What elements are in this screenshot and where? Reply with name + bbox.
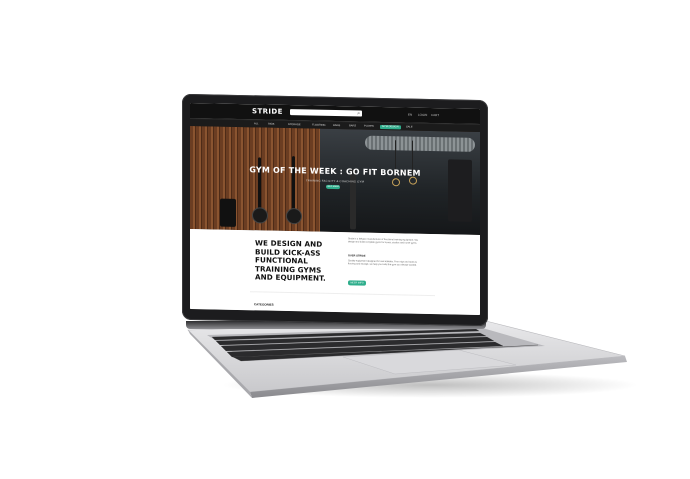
nav-item-storage[interactable]: STORAGE bbox=[286, 123, 303, 127]
categories-heading: CATEGORIES bbox=[254, 302, 274, 307]
nav-item-gym-design[interactable]: GYM DESIGN bbox=[380, 124, 401, 130]
search-input[interactable]: ⌕ bbox=[290, 109, 362, 117]
rack-post bbox=[350, 169, 356, 230]
nav-item-plates[interactable]: PLATES bbox=[362, 125, 376, 129]
laptop-lid: STRIDE ⌕ EN LOGIN CART ALL RIGS STORAGE … bbox=[182, 93, 488, 327]
site-logo[interactable]: STRIDE bbox=[252, 107, 283, 116]
nav-item-sale[interactable]: SALE bbox=[404, 125, 415, 129]
intro-headline: WE DESIGN AND BUILD KICK-ASS FUNCTIONAL … bbox=[255, 238, 326, 284]
nav-item-all[interactable]: ALL bbox=[252, 122, 261, 126]
air-bike-wheel bbox=[286, 207, 302, 225]
intro-subheading: OVER STRIDE bbox=[348, 254, 366, 258]
nav-item-flooring[interactable]: FLOORING bbox=[310, 123, 328, 127]
more-info-button[interactable]: MEER INFO bbox=[348, 280, 366, 286]
login-link[interactable]: LOGIN bbox=[418, 113, 427, 117]
cart-link[interactable]: CART bbox=[431, 113, 439, 117]
intro-section: WE DESIGN AND BUILD KICK-ASS FUNCTIONAL … bbox=[190, 228, 480, 316]
nav-item-bars[interactable]: BARS bbox=[347, 124, 358, 128]
search-icon[interactable]: ⌕ bbox=[357, 110, 360, 116]
intro-paragraph: Stride is a Belgian manufacturer of func… bbox=[348, 238, 418, 245]
ventilation-duct bbox=[365, 135, 475, 152]
nav-item-bags[interactable]: BAGS bbox=[331, 124, 342, 128]
air-bike-wheel bbox=[252, 207, 268, 224]
fan-machine bbox=[220, 198, 236, 227]
nav-item-rigs[interactable]: RIGS bbox=[266, 123, 276, 127]
language-link[interactable]: EN bbox=[408, 113, 412, 117]
laptop-screen: STRIDE ⌕ EN LOGIN CART ALL RIGS STORAGE … bbox=[190, 102, 480, 316]
intro-paragraph-2: Quality equipment designed for real athl… bbox=[348, 260, 418, 267]
section-divider bbox=[250, 291, 435, 297]
hero-banner: GYM OF THE WEEK : GO FIT BORNEM TRAINING… bbox=[190, 125, 480, 236]
laptop-mockup-scene: STRIDE ⌕ EN LOGIN CART ALL RIGS STORAGE … bbox=[0, 0, 690, 479]
hero-cta-button[interactable]: LEES MEER bbox=[326, 184, 340, 190]
